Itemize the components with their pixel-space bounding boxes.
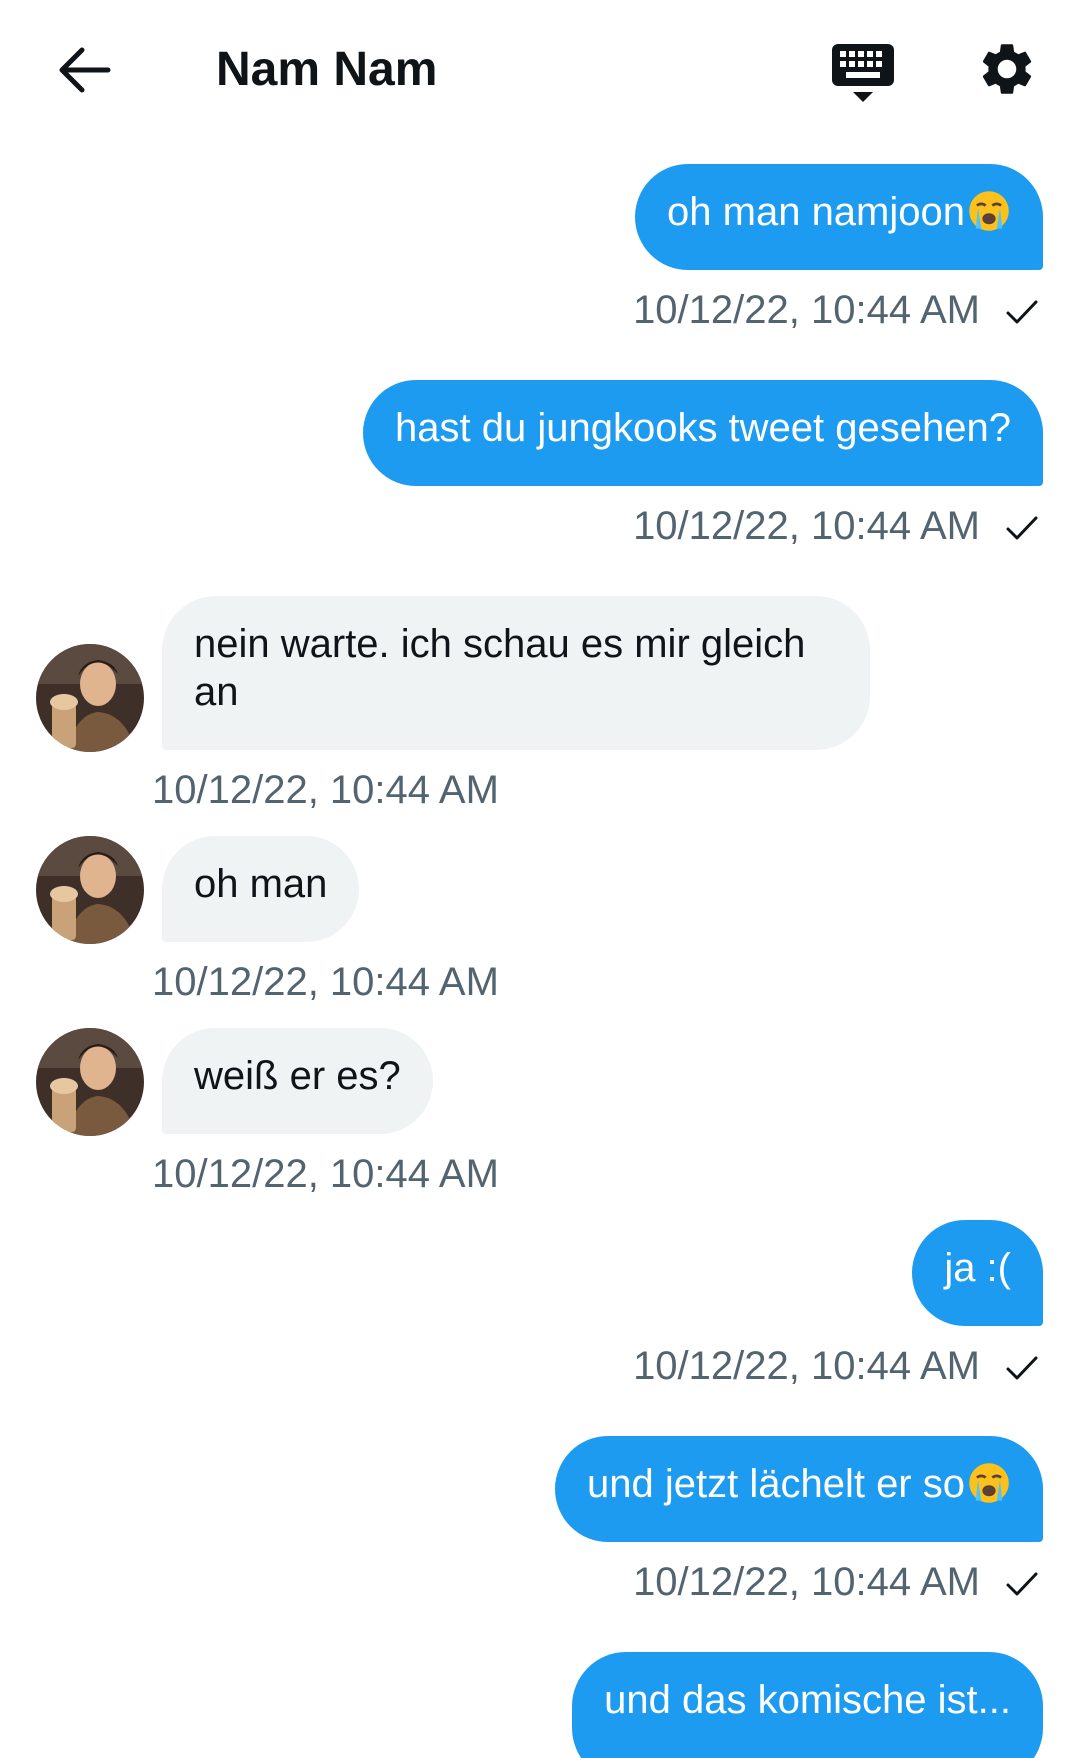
message-text: hast du jungkooks tweet gesehen? <box>395 406 1011 450</box>
message-received: oh man 10/12/22, 10:44 AM <box>0 836 1080 1006</box>
message-bubble[interactable]: weiß er es? <box>162 1028 433 1134</box>
conversation-header: Nam Nam <box>0 0 1080 140</box>
message-timestamp: 10/12/22, 10:44 AM <box>152 1152 499 1196</box>
message-sent: und das komische ist... <box>0 1652 1080 1758</box>
message-timestamp: 10/12/22, 10:44 AM <box>152 768 499 812</box>
message-sent: und jetzt lächelt er so 10/12/22, 10:44 … <box>0 1436 1080 1606</box>
message-bubble[interactable]: oh man namjoon <box>635 164 1043 270</box>
message-received: nein warte. ich schau es mir gleich an 1… <box>0 596 1080 816</box>
message-sent: ja :( 10/12/22, 10:44 AM <box>0 1220 1080 1390</box>
message-text: oh man <box>194 862 328 906</box>
message-timestamp: 10/12/22, 10:44 AM <box>152 960 499 1004</box>
message-bubble[interactable]: ja :( <box>912 1220 1043 1326</box>
message-text: und jetzt lächelt er so <box>587 1462 965 1506</box>
message-text: und das komische ist... <box>604 1678 1011 1722</box>
message-sent: hast du jungkooks tweet gesehen? 10/12/2… <box>0 380 1080 550</box>
checkmark-icon <box>1006 1356 1038 1380</box>
message-timestamp: 10/12/22, 10:44 AM <box>633 1344 980 1388</box>
message-bubble[interactable]: hast du jungkooks tweet gesehen? <box>363 380 1043 486</box>
conversation-title: Nam Nam <box>216 43 438 96</box>
settings-button[interactable] <box>976 38 1038 100</box>
gear-icon <box>982 44 1032 94</box>
message-timestamp: 10/12/22, 10:44 AM <box>633 504 980 548</box>
avatar[interactable] <box>36 644 144 752</box>
message-text: nein warte. ich schau es mir gleich an <box>194 622 806 714</box>
message-timestamp: 10/12/22, 10:44 AM <box>633 288 980 332</box>
message-bubble[interactable]: nein warte. ich schau es mir gleich an <box>162 596 870 750</box>
avatar[interactable] <box>36 1028 144 1136</box>
avatar[interactable] <box>36 836 144 944</box>
message-received: weiß er es? 10/12/22, 10:44 AM <box>0 1028 1080 1198</box>
message-timestamp: 10/12/22, 10:44 AM <box>633 1560 980 1604</box>
avatar-photo <box>36 836 144 944</box>
arrow-left-icon <box>59 47 111 93</box>
message-text: ja :( <box>944 1246 1011 1290</box>
loudly-crying-face-icon <box>969 1463 1009 1503</box>
checkmark-icon <box>1006 1572 1038 1596</box>
keyboard-button[interactable] <box>830 40 896 106</box>
back-button[interactable] <box>52 38 116 102</box>
message-text: oh man namjoon <box>667 190 965 234</box>
message-sent: oh man namjoon 10/12/22, 10:44 AM <box>0 164 1080 334</box>
message-text: weiß er es? <box>194 1054 401 1098</box>
checkmark-icon <box>1006 516 1038 540</box>
message-bubble[interactable]: und jetzt lächelt er so <box>555 1436 1043 1542</box>
avatar-photo <box>36 644 144 752</box>
message-bubble[interactable]: oh man <box>162 836 360 942</box>
message-bubble[interactable]: und das komische ist... <box>572 1652 1043 1758</box>
checkmark-icon <box>1006 300 1038 324</box>
loudly-crying-face-icon <box>969 191 1009 231</box>
avatar-photo <box>36 1028 144 1136</box>
keyboard-icon <box>832 44 894 102</box>
